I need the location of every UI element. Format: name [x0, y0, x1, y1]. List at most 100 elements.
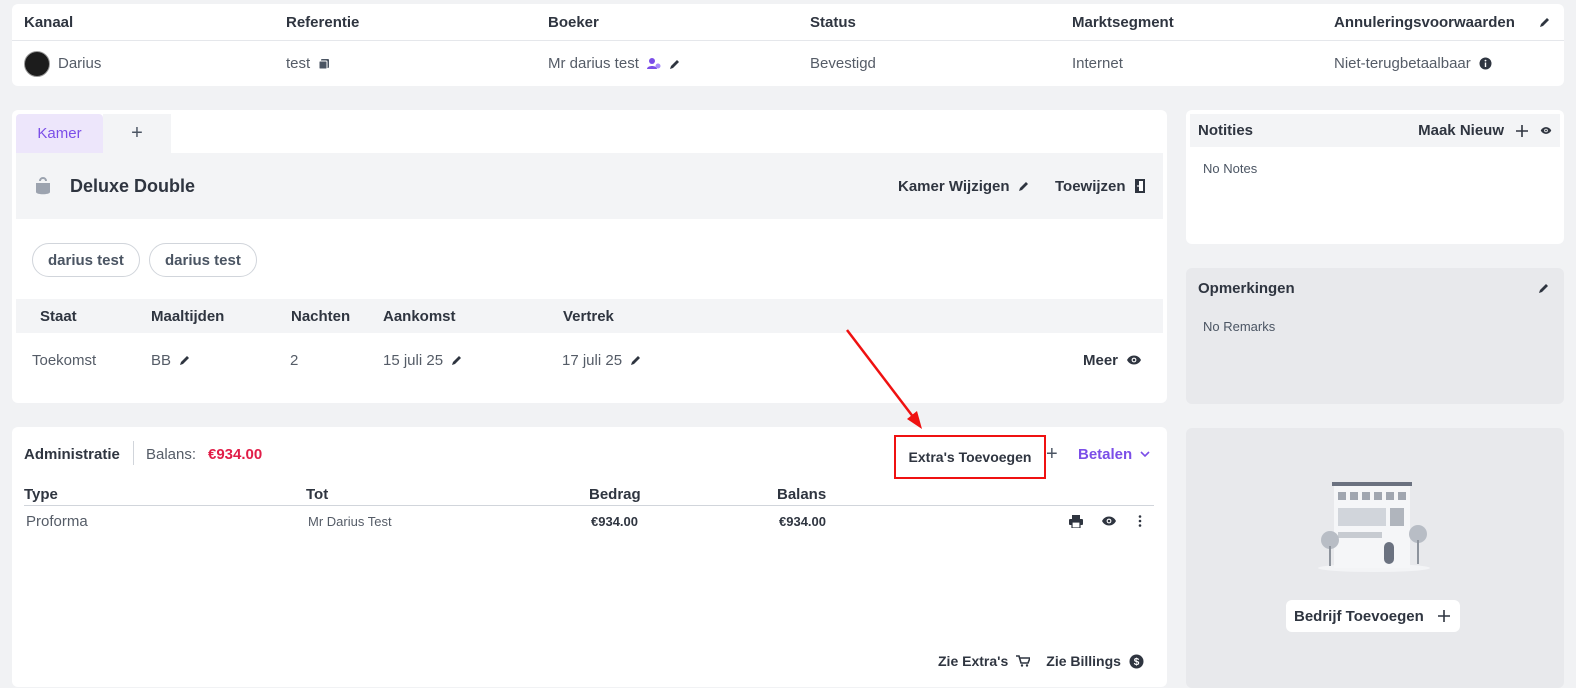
tab-add-room[interactable]: +: [103, 114, 171, 153]
more-label: Meer: [1083, 351, 1119, 369]
notes-card: Notities Maak Nieuw No Notes: [1186, 110, 1564, 244]
balance-label: Balans:: [146, 445, 197, 463]
company-card: Bedrijf Toevoegen: [1186, 428, 1564, 688]
plus-icon[interactable]: [1516, 124, 1528, 137]
admin-title: Administratie: [24, 445, 120, 463]
stay-meals: BB: [151, 351, 172, 369]
add-extras-plus[interactable]: +: [1046, 443, 1058, 465]
booking-summary-card: Kanaal Referentie Boeker Status Marktseg…: [12, 4, 1564, 86]
stay-row: Toekomst BB 2 15 juli 25 17 juli 25 Meer: [16, 340, 1163, 380]
dollar-icon: $: [1129, 654, 1144, 669]
room-card: Kamer + Deluxe Double Kamer Wijzigen Toe…: [12, 110, 1167, 403]
col-meals: Maaltijden: [151, 307, 225, 325]
cart-icon: [1016, 655, 1031, 667]
copy-icon[interactable]: [318, 58, 330, 70]
plus-icon: [1437, 610, 1450, 622]
col-arrival: Aankomst: [383, 307, 456, 325]
change-room-label: Kamer Wijzigen: [898, 177, 1010, 195]
header-booker: Boeker: [548, 13, 599, 31]
balance-value: €934.00: [208, 445, 263, 463]
edit-meals-icon[interactable]: [179, 354, 191, 366]
col-amount: Bedrag: [589, 485, 641, 503]
edit-remarks-icon[interactable]: [1538, 282, 1550, 294]
add-company-button[interactable]: Bedrijf Toevoegen: [1286, 600, 1460, 632]
more-button[interactable]: Meer: [1083, 340, 1142, 380]
view-extras-link[interactable]: Zie Extra's: [938, 653, 1031, 669]
remarks-header: Opmerkingen: [1190, 272, 1560, 305]
segment-value: Internet: [1072, 55, 1123, 72]
edit-departure-icon[interactable]: [630, 354, 642, 366]
invoice-type: Proforma: [26, 512, 88, 530]
col-to: Tot: [306, 485, 329, 503]
col-balance: Balans: [777, 485, 827, 503]
pay-dropdown[interactable]: Betalen: [1078, 443, 1150, 465]
edit-booking-icon[interactable]: [1539, 4, 1551, 40]
col-nights: Nachten: [291, 307, 351, 325]
change-room-button[interactable]: Kamer Wijzigen: [898, 153, 1030, 219]
guest-chip[interactable]: darius test: [149, 243, 257, 277]
eye-icon[interactable]: [1540, 126, 1552, 135]
view-billings-link[interactable]: Zie Billings $: [1046, 653, 1144, 669]
col-type: Type: [24, 485, 58, 503]
admin-footer-links: Zie Extra's Zie Billings $: [938, 653, 1144, 669]
assign-room-label: Toewijzen: [1055, 177, 1126, 195]
new-note-button[interactable]: Maak Nieuw: [1418, 122, 1504, 139]
stay-arrival: 15 juli 25: [383, 351, 444, 369]
col-state: Staat: [40, 307, 77, 325]
booking-summary-header: Kanaal Referentie Boeker Status Marktseg…: [12, 4, 1564, 41]
guest-chip[interactable]: darius test: [32, 243, 140, 277]
edit-arrival-icon[interactable]: [451, 354, 463, 366]
notes-empty: No Notes: [1203, 161, 1258, 176]
pencil-icon: [1018, 180, 1030, 192]
eye-icon: [1126, 354, 1142, 366]
table-row: Proforma Mr Darius Test €934.00 €934.00: [24, 509, 1154, 533]
notes-title: Notities: [1198, 122, 1254, 139]
status-value: Bevestigd: [810, 55, 876, 72]
room-tabs: Kamer +: [16, 114, 171, 153]
info-icon[interactable]: [1479, 57, 1492, 70]
remarks-empty: No Remarks: [1203, 319, 1276, 334]
admin-divider: [133, 441, 134, 465]
invoice-table-header: Type Tot Bedrag Balans: [24, 483, 1154, 506]
tab-room[interactable]: Kamer: [16, 114, 103, 153]
view-extras-label: Zie Extra's: [938, 653, 1009, 669]
view-icon[interactable]: [1101, 509, 1117, 533]
header-cancellation: Annuleringsvoorwaarden: [1334, 13, 1515, 31]
print-icon[interactable]: [1069, 509, 1083, 533]
header-status: Status: [810, 13, 856, 31]
channel-value: Darius: [58, 55, 102, 72]
stay-departure: 17 juli 25: [562, 351, 623, 369]
notes-header: Notities Maak Nieuw: [1190, 114, 1560, 147]
chevron-down-icon: [1140, 450, 1150, 458]
invoice-amount: €934.00: [591, 513, 638, 529]
assign-room-button[interactable]: Toewijzen: [1055, 153, 1146, 219]
view-billings-label: Zie Billings: [1046, 653, 1121, 669]
col-departure: Vertrek: [563, 307, 614, 325]
room-type-name: Deluxe Double: [70, 175, 196, 196]
stay-state: Toekomst: [32, 351, 97, 369]
add-extras-button[interactable]: Extra's Toevoegen: [894, 435, 1046, 479]
channel-avatar: [24, 50, 50, 77]
header-reference: Referentie: [286, 13, 360, 31]
svg-text:$: $: [1134, 657, 1140, 668]
more-options-icon[interactable]: [1138, 509, 1142, 533]
invoice-to: Mr Darius Test: [308, 513, 392, 529]
reference-value: test: [286, 55, 311, 72]
add-company-label: Bedrijf Toevoegen: [1294, 607, 1424, 625]
cancellation-value: Niet-terugbetaalbaar: [1334, 55, 1471, 72]
building-illustration: [1316, 480, 1432, 572]
remarks-title: Opmerkingen: [1198, 280, 1295, 297]
booker-value: Mr darius test: [548, 55, 639, 72]
pay-label: Betalen: [1078, 445, 1133, 463]
administration-card: Administratie Balans: €934.00 Extra's To…: [12, 427, 1167, 687]
invoice-balance: €934.00: [779, 513, 826, 529]
header-segment: Marktsegment: [1072, 13, 1174, 31]
room-header: Deluxe Double Kamer Wijzigen Toewijzen: [16, 153, 1163, 219]
door-icon: [1134, 178, 1146, 194]
booking-summary-row: Darius test Mr darius test Bevestigd Int…: [12, 41, 1564, 86]
remarks-card: Opmerkingen No Remarks: [1186, 268, 1564, 404]
room-tag-icon: [34, 176, 52, 196]
guest-profile-icon[interactable]: [646, 57, 661, 71]
header-channel: Kanaal: [24, 13, 74, 31]
edit-booker-icon[interactable]: [669, 58, 681, 70]
